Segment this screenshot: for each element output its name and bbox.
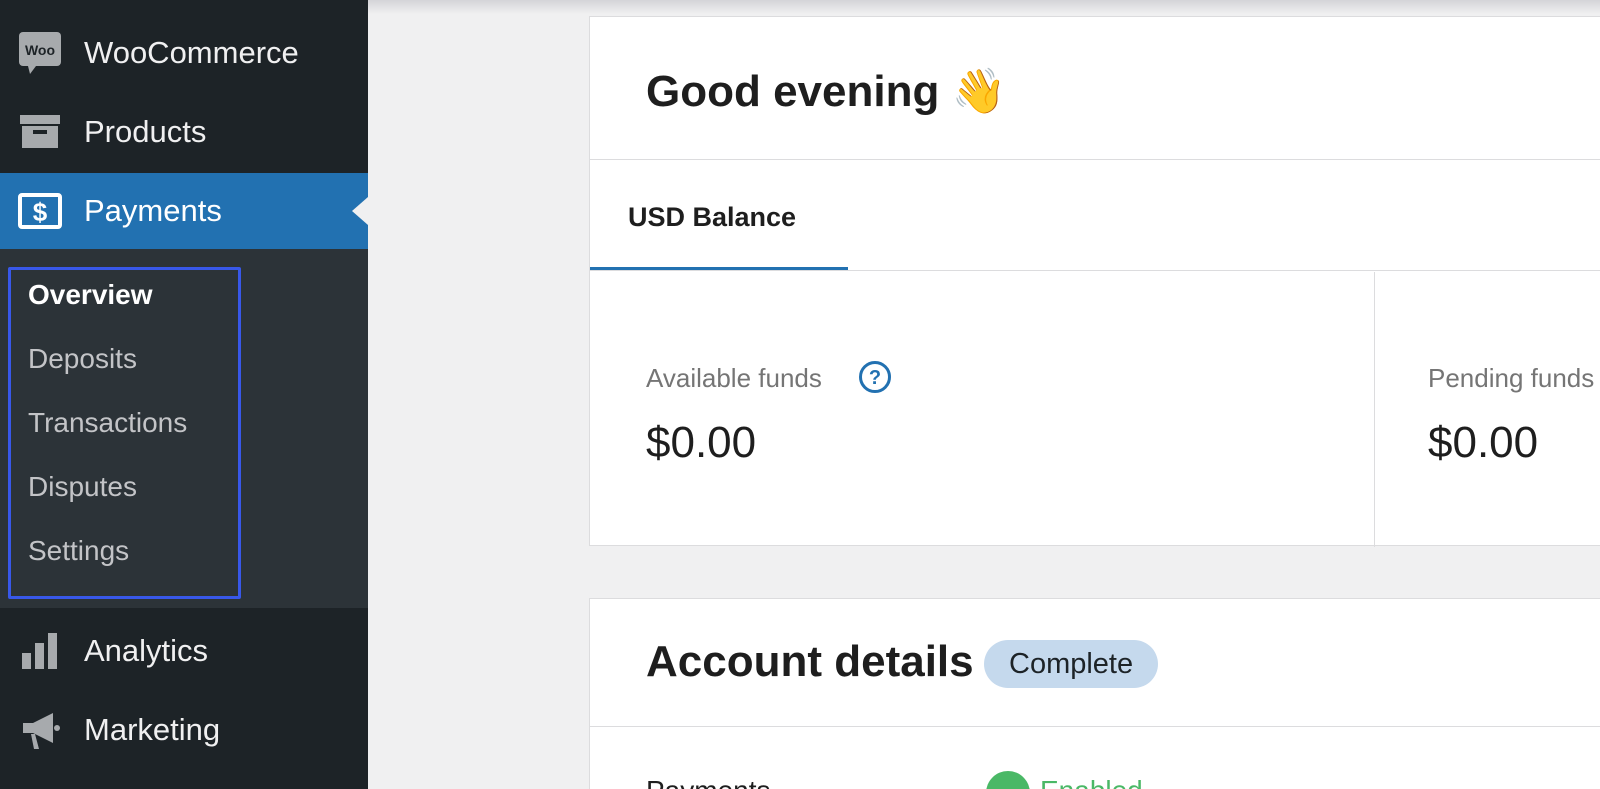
menu-label: Marketing (84, 712, 221, 747)
menu-item-payments[interactable]: $ Payments (0, 173, 368, 249)
menu-item-marketing[interactable]: Marketing (0, 692, 368, 768)
payments-submenu: Overview Deposits Transactions Disputes … (0, 249, 368, 608)
menu-label: Payments (84, 193, 222, 228)
menu-label: Analytics (84, 633, 209, 668)
greeting-heading: Good evening 👋 (646, 67, 1007, 116)
payments-status-text: Enabled (1040, 775, 1143, 789)
menu-item-products[interactable]: Products (0, 94, 368, 170)
pending-funds-value: $0.00 (1428, 418, 1539, 467)
pending-funds-label: Pending funds (1428, 363, 1595, 393)
divider (590, 726, 1600, 727)
submenu-item-deposits[interactable]: Deposits (28, 343, 137, 375)
column-divider (1374, 272, 1375, 547)
account-details-card: Account details Complete Payments Enable… (589, 598, 1600, 789)
menu-label: Products (84, 114, 207, 149)
archive-box-icon (18, 110, 62, 154)
svg-text:?: ? (869, 367, 881, 389)
top-bar-shadow (368, 0, 1600, 14)
account-details-title: Account details (646, 637, 974, 686)
menu-item-analytics[interactable]: Analytics (0, 613, 368, 689)
submenu-item-transactions[interactable]: Transactions (28, 407, 187, 439)
submenu-item-settings[interactable]: Settings (28, 535, 129, 567)
available-funds-label: Available funds (646, 363, 822, 393)
status-badge: Complete (984, 640, 1159, 688)
available-funds-value: $0.00 (646, 418, 757, 467)
divider (590, 159, 1600, 160)
megaphone-icon (18, 708, 62, 752)
svg-text:Woo: Woo (25, 42, 55, 58)
menu-label: WooCommerce (84, 35, 299, 70)
divider (590, 270, 1600, 271)
admin-sidebar: Woo WooCommerce Products $ Payments Over… (0, 0, 368, 789)
check-circle-icon (986, 771, 1030, 789)
woo-logo-icon: Woo (18, 31, 62, 75)
payments-row-label: Payments (646, 775, 771, 789)
overview-card: Good evening 👋 USD Balance Available fun… (589, 16, 1600, 547)
dollar-card-icon: $ (18, 189, 62, 233)
svg-text:$: $ (33, 197, 48, 227)
submenu-item-overview[interactable]: Overview (28, 279, 153, 311)
tab-usd-balance[interactable]: USD Balance (628, 202, 796, 233)
help-circle-icon[interactable]: ? (858, 360, 892, 394)
bar-chart-icon (18, 629, 62, 673)
submenu-item-disputes[interactable]: Disputes (28, 471, 137, 503)
menu-item-woocommerce[interactable]: Woo WooCommerce (0, 15, 368, 91)
